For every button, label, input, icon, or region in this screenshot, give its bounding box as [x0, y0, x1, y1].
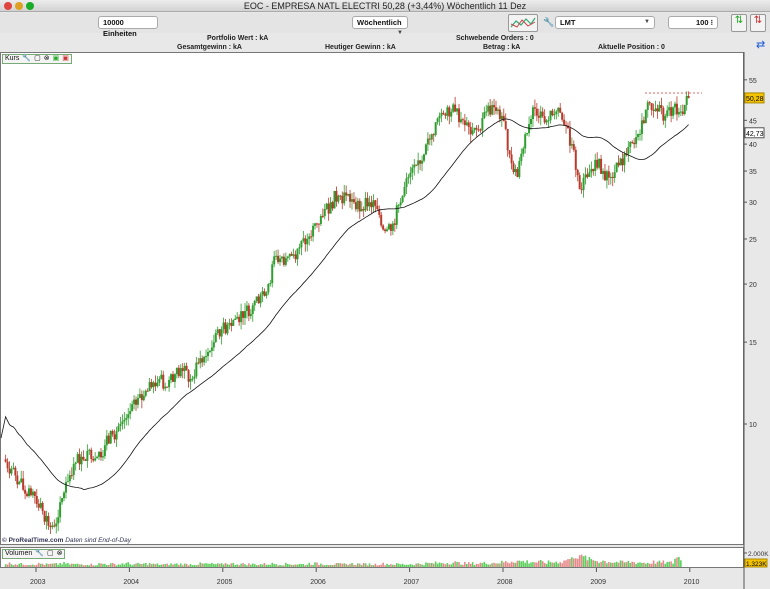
total-gain: Gesamtgewinn : kA: [177, 44, 242, 51]
x-tick-label: 2009: [590, 579, 606, 586]
wrench-icon[interactable]: 🔧: [22, 55, 31, 63]
y-tick-label: 10: [749, 422, 757, 429]
window-icon[interactable]: ▢: [34, 55, 41, 63]
x-tick-label: 2003: [30, 579, 46, 586]
ma-value-badge: [744, 127, 765, 139]
y-tick-label: 45: [749, 118, 757, 125]
y-tick-label: 20: [749, 282, 757, 289]
x-tick-label: 2008: [497, 579, 513, 586]
close-panel-icon[interactable]: ⊗: [44, 55, 50, 63]
title-bar: EOC - EMPRESA NATL ELECTRI 50,28 (+3,44%…: [0, 0, 770, 12]
y-tick-label: 25: [749, 237, 757, 244]
chart-type-button[interactable]: [508, 14, 538, 32]
y-tick-label: 30: [749, 200, 757, 207]
wrench-icon[interactable]: 🔧: [543, 17, 554, 28]
symbol-select[interactable]: LMT ▼: [555, 16, 655, 29]
y-tick-label: 40: [749, 142, 757, 149]
zoom-button[interactable]: [26, 2, 34, 10]
price-chart-panel[interactable]: Kurs 🔧 ▢ ⊗ ▣ ▣: [0, 52, 744, 545]
quantity-stepper[interactable]: 100 ⁝: [668, 16, 718, 29]
swap-icon[interactable]: ⇄: [756, 38, 765, 51]
symbol-value: LMT: [560, 18, 576, 27]
credit-site: © ProRealTime.com: [2, 537, 64, 544]
volume-panel-header: Volumen 🔧 ▢ ⊗: [2, 549, 66, 559]
data-credit: © ProRealTime.com Daten sind End-of-Day: [2, 537, 131, 544]
y-tick-label: 35: [749, 169, 757, 176]
volume-panel-label: Volumen: [5, 550, 33, 557]
portfolio-value: Portfolio Wert : kA: [207, 35, 269, 42]
period-select[interactable]: Wöchentlich ▼: [352, 16, 408, 36]
x-tick-label: 2007: [404, 579, 420, 586]
toolbar: 10000 Einheiten Wöchentlich ▼ 🔧 LMT ▼ 100 …: [0, 13, 770, 38]
price-panel-label: Kurs: [5, 55, 20, 62]
sell-order-button[interactable]: ⇅: [750, 14, 766, 32]
units-select[interactable]: 10000 Einheiten: [98, 16, 158, 38]
current-position[interactable]: Aktuelle Position : 0: [598, 44, 665, 51]
add-indicator-icon[interactable]: ▣: [53, 55, 60, 63]
pending-orders[interactable]: Schwebende Orders : 0: [456, 35, 534, 42]
last-volume-badge: [744, 558, 768, 568]
window-icon[interactable]: ▢: [47, 550, 54, 558]
volume-tick-label: 2.000K: [748, 551, 769, 558]
ma-value-label: 42,73: [746, 131, 764, 138]
close-button[interactable]: [4, 2, 12, 10]
units-value: 10000 Einheiten: [103, 18, 137, 38]
x-tick-label: 2006: [310, 579, 326, 586]
minimize-button[interactable]: [15, 2, 23, 10]
last-price-label: 50,28: [746, 96, 764, 103]
chart-style-icon: [510, 17, 536, 28]
remove-indicator-icon[interactable]: ▣: [62, 55, 69, 63]
credit-note: Daten sind End-of-Day: [65, 537, 131, 544]
last-volume-label: 1.323K: [746, 561, 767, 568]
close-panel-icon[interactable]: ⊗: [57, 550, 63, 558]
x-tick-label: 2005: [217, 579, 233, 586]
quantity-value: 100: [696, 18, 709, 27]
y-tick-label: 55: [749, 78, 757, 85]
window-controls: [4, 2, 34, 10]
amount: Betrag : kA: [483, 44, 521, 51]
chevron-down-icon: ▼: [397, 30, 403, 36]
period-value: Wöchentlich: [357, 18, 402, 27]
y-tick-label: 15: [749, 340, 757, 347]
price-panel-header: Kurs 🔧 ▢ ⊗ ▣ ▣: [2, 54, 72, 64]
buy-order-button[interactable]: ⇅: [731, 14, 747, 32]
last-price-badge: [744, 92, 765, 104]
x-tick-label: 2004: [123, 579, 139, 586]
wrench-icon[interactable]: 🔧: [35, 550, 44, 558]
window-title: EOC - EMPRESA NATL ELECTRI 50,28 (+3,44%…: [243, 1, 527, 11]
volume-panel[interactable]: Volumen 🔧 ▢ ⊗: [0, 547, 744, 568]
today-gain: Heutiger Gewinn : kA: [325, 44, 396, 51]
chevron-down-icon: ▼: [644, 19, 650, 25]
x-tick-label: 2010: [684, 579, 700, 586]
